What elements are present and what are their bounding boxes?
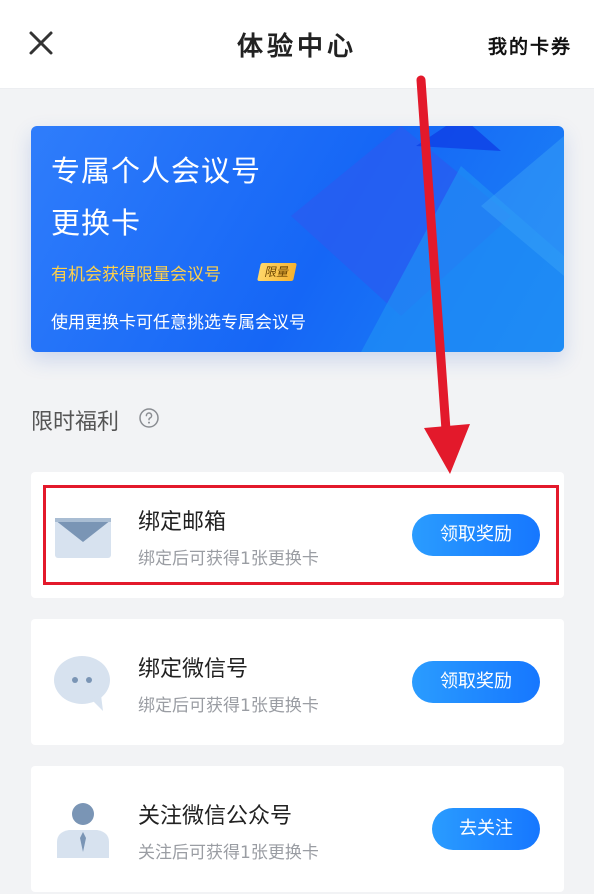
task-description: 关注后可获得1张更换卡 <box>138 843 319 863</box>
task-description: 绑定后可获得1张更换卡 <box>138 696 319 716</box>
section-title: 限时福利 <box>31 410 120 435</box>
task-title: 绑定微信号 <box>138 657 249 682</box>
person-icon <box>57 803 109 858</box>
my-cards-link[interactable]: 我的卡券 <box>488 32 572 59</box>
banner-title-line2: 更换卡 <box>51 206 142 240</box>
annotation-highlight-box <box>43 485 559 585</box>
chat-bubble-icon <box>54 656 110 711</box>
question-circle-icon[interactable] <box>139 408 159 428</box>
follow-button[interactable]: 去关注 <box>432 808 540 850</box>
banner-subtitle: 有机会获得限量会议号 <box>51 265 221 285</box>
banner-description: 使用更换卡可任意挑选专属会议号 <box>51 313 306 333</box>
task-card-follow-official-account: 关注微信公众号 关注后可获得1张更换卡 去关注 <box>31 766 564 892</box>
limited-badge: 限量 <box>257 263 297 281</box>
top-bar: 体验中心 我的卡券 <box>0 0 594 89</box>
task-title: 关注微信公众号 <box>138 804 293 829</box>
task-card-bind-wechat: 绑定微信号 绑定后可获得1张更换卡 领取奖励 <box>31 619 564 745</box>
promo-banner: 专属个人会议号 更换卡 有机会获得限量会议号 限量 使用更换卡可任意挑选专属会议… <box>31 126 564 352</box>
banner-title-line1: 专属个人会议号 <box>51 154 262 188</box>
claim-reward-button[interactable]: 领取奖励 <box>412 661 540 703</box>
